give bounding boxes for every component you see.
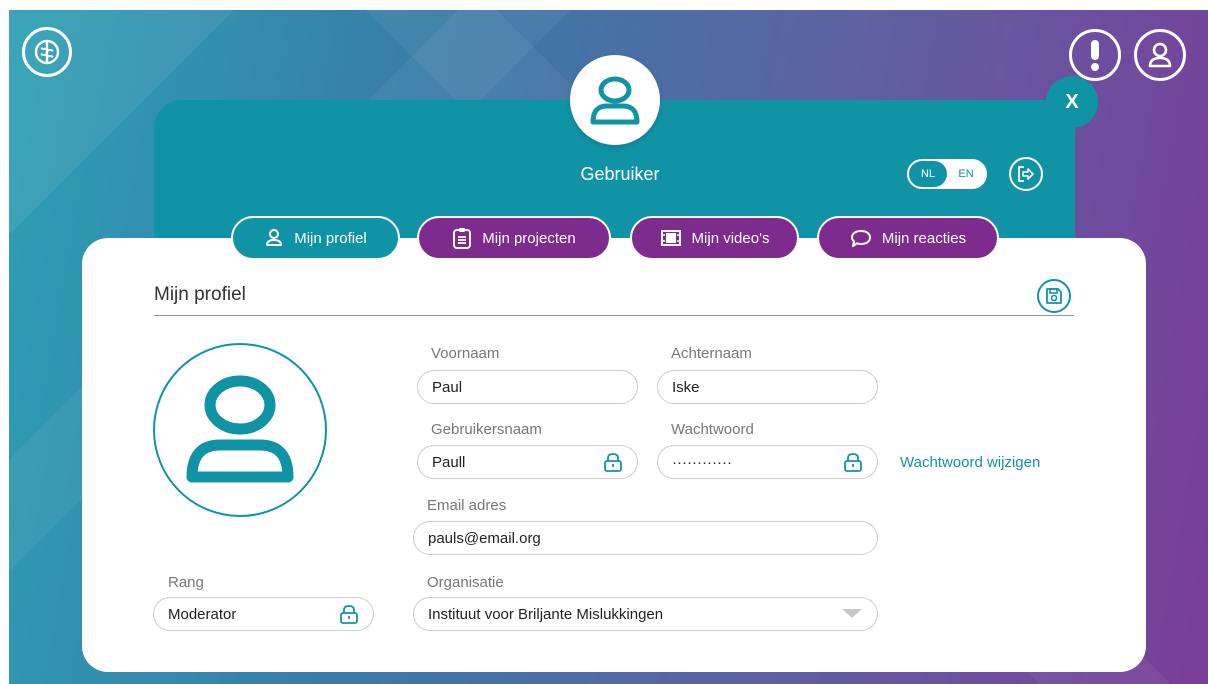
last-name-field[interactable]: Iske bbox=[657, 370, 878, 404]
email-label: Email adres bbox=[427, 497, 507, 514]
organisation-select[interactable]: Instituut voor Briljante Mislukkingen bbox=[413, 597, 878, 631]
clipboard-icon bbox=[453, 228, 472, 249]
last-name-value: Iske bbox=[672, 378, 700, 396]
user-icon bbox=[590, 76, 640, 125]
username-field[interactable]: Paull bbox=[417, 445, 638, 479]
tab-mijn-reacties[interactable]: Mijn reacties bbox=[817, 216, 999, 260]
email-field[interactable]: pauls@email.org bbox=[413, 521, 878, 555]
page-title: Gebruiker bbox=[580, 164, 660, 184]
header-avatar bbox=[570, 55, 660, 145]
alert-button[interactable] bbox=[1069, 29, 1121, 81]
tab-label: Mijn profiel bbox=[294, 229, 367, 247]
username-label: Gebruikersnaam bbox=[431, 421, 542, 438]
tab-label: Mijn reacties bbox=[881, 229, 967, 247]
lock-icon bbox=[603, 452, 623, 472]
tab-label: Mijn projecten bbox=[482, 229, 576, 247]
exclamation-icon bbox=[1091, 40, 1099, 71]
logout-icon bbox=[1018, 166, 1034, 182]
first-name-value: Paul bbox=[432, 378, 463, 396]
username-value: Paull bbox=[432, 453, 466, 471]
email-value: pauls@email.org bbox=[428, 529, 541, 547]
brain-icon bbox=[34, 39, 60, 65]
account-button[interactable] bbox=[1134, 29, 1186, 81]
password-field[interactable]: ············ bbox=[657, 445, 878, 479]
tab-mijn-profiel[interactable]: Mijn profiel bbox=[231, 216, 400, 260]
lock-icon bbox=[843, 452, 863, 472]
user-icon bbox=[186, 375, 294, 483]
brain-icon-button[interactable] bbox=[22, 27, 72, 77]
language-toggle[interactable]: NL EN bbox=[907, 159, 987, 189]
lang-option-en[interactable]: EN bbox=[947, 161, 985, 187]
comment-icon bbox=[850, 230, 871, 247]
logout-button[interactable] bbox=[1009, 157, 1043, 191]
password-label: Wachtwoord bbox=[671, 421, 754, 438]
organisation-value: Instituut voor Briljante Mislukkingen bbox=[428, 605, 664, 623]
section-divider bbox=[154, 315, 1074, 316]
user-icon bbox=[266, 229, 283, 246]
organisation-label: Organisatie bbox=[427, 574, 504, 591]
tab-mijn-projecten[interactable]: Mijn projecten bbox=[417, 216, 611, 260]
change-password-link[interactable]: Wachtwoord wijzigen bbox=[900, 454, 1040, 471]
password-value: ············ bbox=[672, 453, 732, 471]
chevron-down-icon bbox=[841, 606, 863, 623]
first-name-field[interactable]: Paul bbox=[417, 370, 638, 404]
lang-option-nl[interactable]: NL bbox=[909, 161, 947, 187]
first-name-label: Voornaam bbox=[431, 345, 500, 362]
rank-value: Moderator bbox=[168, 605, 237, 623]
section-title: Mijn profiel bbox=[154, 284, 246, 305]
rank-field[interactable]: Moderator bbox=[153, 597, 374, 631]
tab-label: Mijn video's bbox=[691, 229, 770, 247]
lock-icon bbox=[339, 604, 359, 624]
last-name-label: Achternaam bbox=[671, 345, 752, 362]
close-button[interactable]: X bbox=[1046, 76, 1098, 128]
tab-mijn-videos[interactable]: Mijn video's bbox=[630, 216, 799, 260]
save-icon bbox=[1046, 288, 1062, 304]
rank-label: Rang bbox=[168, 574, 204, 591]
save-button[interactable] bbox=[1037, 279, 1071, 313]
user-icon bbox=[1148, 42, 1172, 68]
profile-avatar[interactable] bbox=[153, 343, 327, 517]
film-icon bbox=[660, 230, 681, 246]
